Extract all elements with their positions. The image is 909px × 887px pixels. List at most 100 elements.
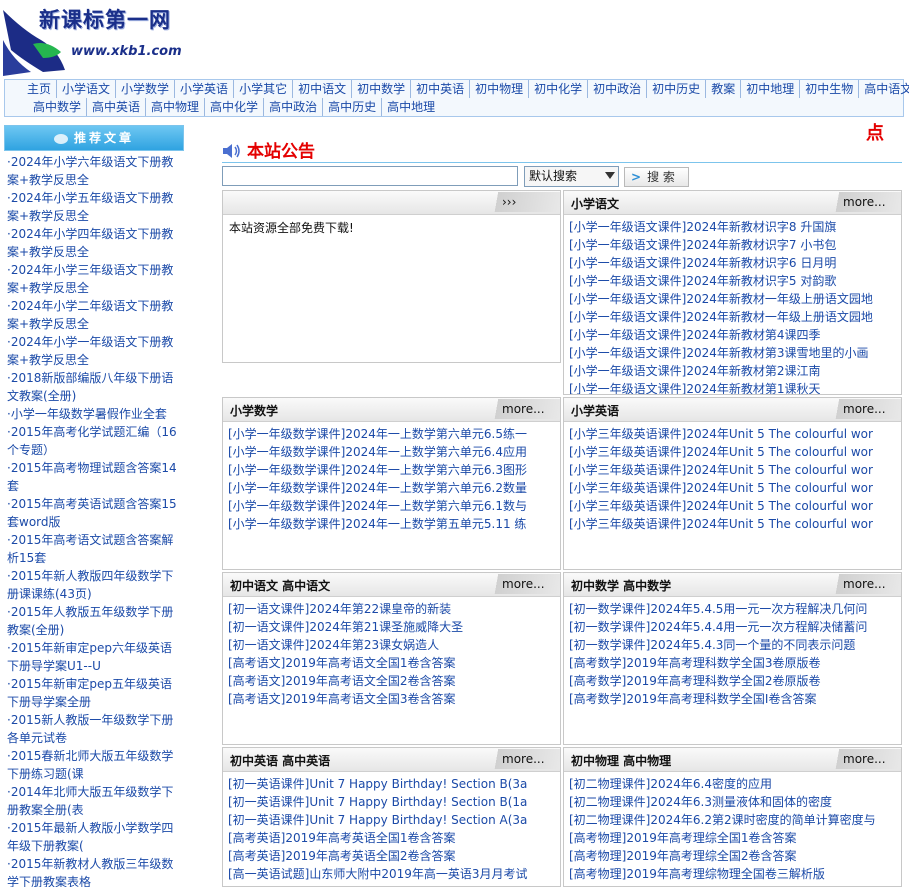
more-link[interactable]: more... [827, 574, 901, 594]
nav-link[interactable]: 初中数学 [351, 80, 410, 98]
article-link[interactable]: [小学三年级英语课件]2024年Unit 5 The colourful wor [569, 425, 901, 443]
article-link[interactable]: [初一语文课件]2024年第21课圣施威降大圣 [228, 618, 560, 636]
article-link[interactable]: [初一语文课件]2024年第22课皇帝的新装 [228, 600, 560, 618]
nav-link[interactable]: 初中英语 [410, 80, 469, 98]
article-link[interactable]: [高考数学]2019年高考理科数学全国2卷原版卷 [569, 672, 901, 690]
nav-link[interactable]: 高中数学 [33, 98, 86, 116]
article-link[interactable]: [高考物理]2019年高考理综全国2卷含答案 [569, 847, 901, 865]
article-link[interactable]: [高考数学]2019年高考理科数学全国I卷含答案 [569, 690, 901, 708]
more-link[interactable]: more... [827, 399, 901, 419]
article-link[interactable]: [初一英语课件]Unit 7 Happy Birthday! Section B… [228, 775, 560, 793]
nav-link[interactable]: 高中地理 [381, 98, 440, 116]
article-link[interactable]: [小学三年级英语课件]2024年Unit 5 The colourful wor [569, 497, 901, 515]
article-link[interactable]: [高考英语]2019年高考英语全国2卷含答案 [228, 847, 560, 865]
article-link[interactable]: [小学三年级英语课件]2024年Unit 5 The colourful wor [569, 443, 901, 461]
sidebar-article-link[interactable]: ·2015新人教版一年级数学下册各单元试卷 [4, 711, 184, 747]
article-link[interactable]: [高考语文]2019年高考语文全国2卷含答案 [228, 672, 560, 690]
article-link[interactable]: [小学一年级语文课件]2024年新教材第1课秋天 [569, 380, 901, 394]
article-link[interactable]: [高考语文]2019年高考语文全国1卷含答案 [228, 654, 560, 672]
article-link[interactable]: [初一数学课件]2024年5.4.5用一元一次方程解决几何问 [569, 600, 901, 618]
sidebar-article-link[interactable]: ·小学一年级数学暑假作业全套 [4, 405, 184, 423]
article-link[interactable]: [初一数学课件]2024年5.4.3同一个量的不同表示问题 [569, 636, 901, 654]
nav-link[interactable]: 小学其它 [233, 80, 292, 98]
article-link[interactable]: [小学一年级数学课件]2024年一上数学第六单元6.2数量 [228, 479, 560, 497]
nav-link[interactable]: 小学数学 [115, 80, 174, 98]
nav-link[interactable]: 初中化学 [528, 80, 587, 98]
nav-link[interactable]: 高中语文 [858, 80, 909, 98]
sidebar-article-link[interactable]: ·2015年新教材人教版三年级数学下册教案表格 [4, 855, 184, 887]
nav-link[interactable]: 高中化学 [204, 98, 263, 116]
article-link[interactable]: [小学一年级语文课件]2024年新教材一年级上册语文园地 [569, 290, 901, 308]
sidebar-article-link[interactable]: ·2015年高考物理试题含答案14套 [4, 459, 184, 495]
sidebar-article-link[interactable]: ·2015年高考语文试题含答案解析15套 [4, 531, 184, 567]
sidebar-article-link[interactable]: ·2015年新审定pep六年级英语下册导学案U1--U [4, 639, 184, 675]
nav-link[interactable]: 初中地理 [740, 80, 799, 98]
article-link[interactable]: [初一英语课件]Unit 7 Happy Birthday! Section B… [228, 793, 560, 811]
article-link[interactable]: [小学一年级语文课件]2024年新教材识字8 升国旗 [569, 218, 901, 236]
article-link[interactable]: [小学一年级语文课件]2024年新教材一年级上册语文园地 [569, 308, 901, 326]
article-link[interactable]: [初二物理课件]2024年6.3测量液体和固体的密度 [569, 793, 901, 811]
article-link[interactable]: [小学一年级语文课件]2024年新教材识字7 小书包 [569, 236, 901, 254]
more-link[interactable]: more... [486, 574, 560, 594]
sidebar-article-link[interactable]: ·2024年小学二年级语文下册教案+教学反思全 [4, 297, 184, 333]
sidebar-article-link[interactable]: ·2015年高考英语试题含答案15套word版 [4, 495, 184, 531]
sidebar-article-link[interactable]: ·2015春新北师大版五年级数学下册练习题(课 [4, 747, 184, 783]
nav-link[interactable]: 高中政治 [263, 98, 322, 116]
search-button[interactable]: > 搜 索 [624, 167, 689, 187]
article-link[interactable]: [小学三年级英语课件]2024年Unit 5 The colourful wor [569, 461, 901, 479]
sidebar-article-link[interactable]: ·2015年最新人教版小学数学四年级下册教案( [4, 819, 184, 855]
article-link[interactable]: [高考物理]2019年高考理综物理全国卷三解析版 [569, 865, 901, 883]
article-link[interactable]: [高考英语]2019年高考英语全国1卷含答案 [228, 829, 560, 847]
nav-link[interactable]: 初中语文 [292, 80, 351, 98]
sidebar-article-link[interactable]: ·2024年小学四年级语文下册教案+教学反思全 [4, 225, 184, 261]
article-link[interactable]: [小学一年级数学课件]2024年一上数学第六单元6.1数与 [228, 497, 560, 515]
article-link[interactable]: [小学一年级语文课件]2024年新教材第4课四季 [569, 326, 901, 344]
sidebar-article-link[interactable]: ·2024年小学一年级语文下册教案+教学反思全 [4, 333, 184, 369]
article-link[interactable]: [高一英语试题]山东师大附中2019年高一英语3月月考试 [228, 865, 560, 883]
article-link[interactable]: [初一数学课件]2024年5.4.4用一元一次方程解决储蓄问 [569, 618, 901, 636]
nav-link[interactable]: 小学英语 [174, 80, 233, 98]
article-link[interactable]: [小学一年级语文课件]2024年新教材第2课江南 [569, 362, 901, 380]
sidebar-article-link[interactable]: ·2014年北师大版五年级数学下册教案全册(表 [4, 783, 184, 819]
article-link[interactable]: [小学一年级数学课件]2024年一上数学第六单元6.5练一 [228, 425, 560, 443]
more-link[interactable]: more... [827, 749, 901, 769]
article-link[interactable]: [小学三年级英语课件]2024年Unit 5 The colourful wor [569, 515, 901, 533]
article-link[interactable]: [小学一年级数学课件]2024年一上数学第六单元6.4应用 [228, 443, 560, 461]
sidebar-article-link[interactable]: ·2015年新人教版四年级数学下册课课练(43页) [4, 567, 184, 603]
article-link[interactable]: [小学一年级数学课件]2024年一上数学第六单元6.3图形 [228, 461, 560, 479]
site-logo[interactable]: 新课标第一网 www.xkb1.com [3, 0, 183, 76]
nav-link[interactable]: 初中政治 [587, 80, 646, 98]
nav-link[interactable]: 小学语文 [56, 80, 115, 98]
article-link[interactable]: [小学一年级语文课件]2024年新教材识字5 对韵歌 [569, 272, 901, 290]
article-link[interactable]: [小学一年级语文课件]2024年新教材识字6 日月明 [569, 254, 901, 272]
sidebar-article-link[interactable]: ·2015年人教版五年级数学下册教案(全册) [4, 603, 184, 639]
article-link[interactable]: [高考语文]2019年高考语文全国3卷含答案 [228, 690, 560, 708]
article-link[interactable]: [小学三年级英语课件]2024年Unit 5 The colourful wor [569, 479, 901, 497]
sidebar-article-link[interactable]: ·2024年小学五年级语文下册教案+教学反思全 [4, 189, 184, 225]
more-link[interactable]: more... [486, 399, 560, 419]
sidebar-article-link[interactable]: ·2015年高考化学试题汇编（16个专题） [4, 423, 184, 459]
nav-link[interactable]: 初中历史 [646, 80, 705, 98]
sidebar-article-link[interactable]: ·2015年新审定pep五年级英语下册导学案全册 [4, 675, 184, 711]
article-link[interactable]: [初二物理课件]2024年6.2第2课时密度的简单计算密度与 [569, 811, 901, 829]
article-link[interactable]: [初一英语课件]Unit 7 Happy Birthday! Section A… [228, 811, 560, 829]
nav-link[interactable]: 高中物理 [145, 98, 204, 116]
nav-link[interactable]: 高中历史 [322, 98, 381, 116]
article-link[interactable]: [高考数学]2019年高考理科数学全国3卷原版卷 [569, 654, 901, 672]
search-input[interactable] [222, 166, 518, 186]
nav-link[interactable]: 初中物理 [469, 80, 528, 98]
nav-link[interactable]: 高中英语 [86, 98, 145, 116]
search-type-select[interactable]: 默认搜索 [524, 166, 619, 187]
nav-link[interactable]: 初中生物 [799, 80, 858, 98]
notice-more-link[interactable]: ››› [486, 192, 560, 212]
article-link[interactable]: [初一语文课件]2024年第23课女娲造人 [228, 636, 560, 654]
sidebar-article-link[interactable]: ·2024年小学六年级语文下册教案+教学反思全 [4, 153, 184, 189]
article-link[interactable]: [初二物理课件]2024年6.4密度的应用 [569, 775, 901, 793]
more-link[interactable]: more... [486, 749, 560, 769]
article-link[interactable]: [小学一年级数学课件]2024年一上数学第五单元5.11 练 [228, 515, 560, 533]
sidebar-article-link[interactable]: ·2024年小学三年级语文下册教案+教学反思全 [4, 261, 184, 297]
article-link[interactable]: [小学一年级语文课件]2024年新教材第3课雪地里的小画 [569, 344, 901, 362]
article-link[interactable]: [高考物理]2019年高考理综全国1卷含答案 [569, 829, 901, 847]
nav-link[interactable]: 主页 [27, 80, 56, 98]
nav-link[interactable]: 教案 [705, 80, 740, 98]
